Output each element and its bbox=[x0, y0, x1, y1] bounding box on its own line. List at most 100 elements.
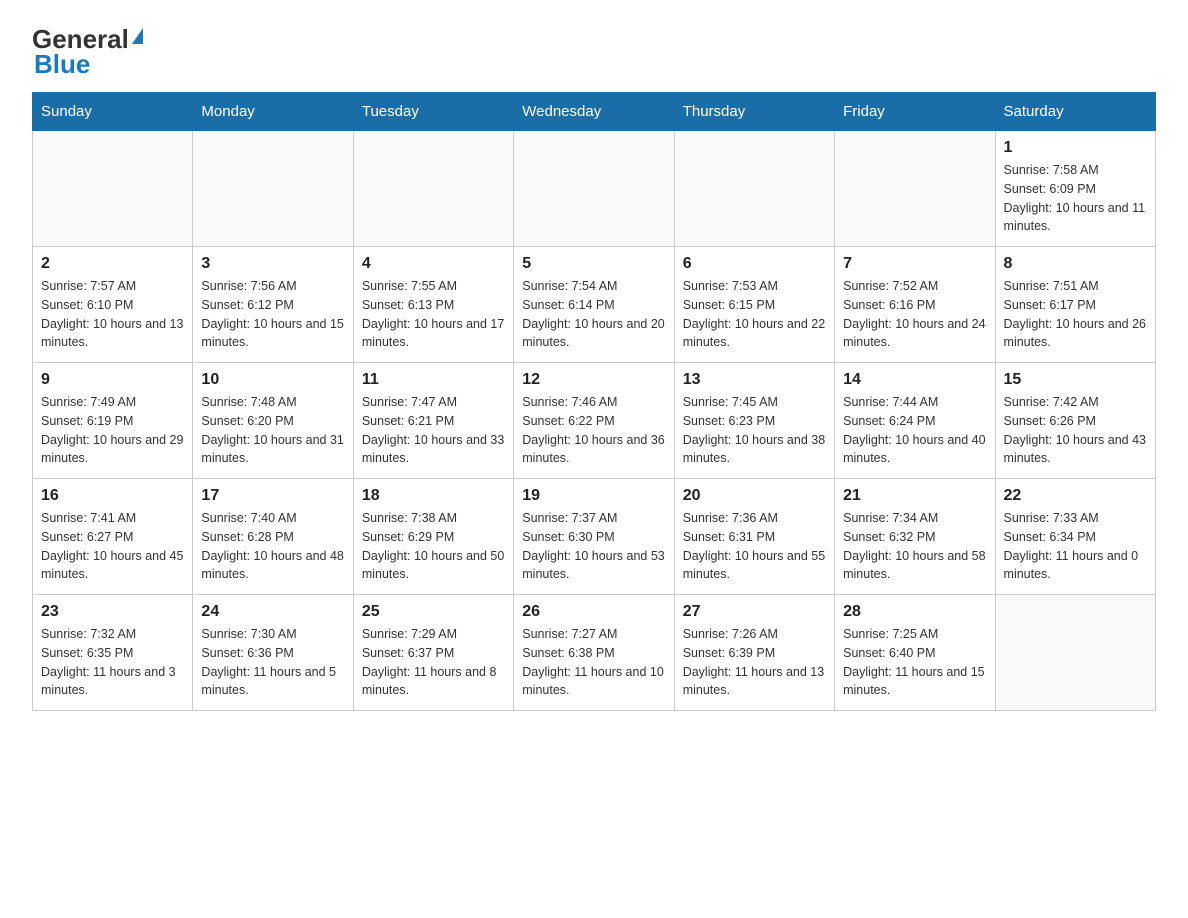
day-number: 17 bbox=[201, 487, 344, 505]
weekday-header-thursday: Thursday bbox=[674, 93, 834, 131]
weekday-header-friday: Friday bbox=[835, 93, 995, 131]
day-number: 20 bbox=[683, 487, 826, 505]
calendar-cell bbox=[514, 131, 674, 247]
day-info: Sunrise: 7:56 AMSunset: 6:12 PMDaylight:… bbox=[201, 277, 344, 352]
calendar-cell: 18 Sunrise: 7:38 AMSunset: 6:29 PMDayligh… bbox=[353, 479, 513, 595]
calendar-cell: 25 Sunrise: 7:29 AMSunset: 6:37 PMDayligh… bbox=[353, 595, 513, 711]
day-number: 15 bbox=[1004, 371, 1147, 389]
calendar-cell: 20 Sunrise: 7:36 AMSunset: 6:31 PMDayligh… bbox=[674, 479, 834, 595]
calendar-cell: 6 Sunrise: 7:53 AMSunset: 6:15 PMDaylight… bbox=[674, 247, 834, 363]
day-info: Sunrise: 7:48 AMSunset: 6:20 PMDaylight:… bbox=[201, 393, 344, 468]
day-number: 16 bbox=[41, 487, 184, 505]
day-number: 18 bbox=[362, 487, 505, 505]
calendar-week-2: 2 Sunrise: 7:57 AMSunset: 6:10 PMDaylight… bbox=[33, 247, 1156, 363]
day-number: 5 bbox=[522, 255, 665, 273]
calendar-cell: 1Sunrise: 7:58 AMSunset: 6:09 PMDaylight… bbox=[995, 131, 1155, 247]
day-info: Sunrise: 7:34 AMSunset: 6:32 PMDaylight:… bbox=[843, 509, 986, 584]
day-number: 22 bbox=[1004, 487, 1147, 505]
day-info: Sunrise: 7:45 AMSunset: 6:23 PMDaylight:… bbox=[683, 393, 826, 468]
calendar-cell: 24 Sunrise: 7:30 AMSunset: 6:36 PMDayligh… bbox=[193, 595, 353, 711]
logo-triangle-icon bbox=[132, 28, 143, 44]
day-info: Sunrise: 7:46 AMSunset: 6:22 PMDaylight:… bbox=[522, 393, 665, 468]
calendar-cell: 23 Sunrise: 7:32 AMSunset: 6:35 PMDayligh… bbox=[33, 595, 193, 711]
day-info: Sunrise: 7:26 AMSunset: 6:39 PMDaylight:… bbox=[683, 625, 826, 700]
day-info: Sunrise: 7:52 AMSunset: 6:16 PMDaylight:… bbox=[843, 277, 986, 352]
calendar-cell: 17 Sunrise: 7:40 AMSunset: 6:28 PMDayligh… bbox=[193, 479, 353, 595]
day-number: 13 bbox=[683, 371, 826, 389]
day-info: Sunrise: 7:44 AMSunset: 6:24 PMDaylight:… bbox=[843, 393, 986, 468]
day-info: Sunrise: 7:29 AMSunset: 6:37 PMDaylight:… bbox=[362, 625, 505, 700]
logo: General Blue bbox=[32, 24, 144, 80]
day-info: Sunrise: 7:37 AMSunset: 6:30 PMDaylight:… bbox=[522, 509, 665, 584]
day-info: Sunrise: 7:57 AMSunset: 6:10 PMDaylight:… bbox=[41, 277, 184, 352]
calendar-cell: 4 Sunrise: 7:55 AMSunset: 6:13 PMDaylight… bbox=[353, 247, 513, 363]
day-number: 7 bbox=[843, 255, 986, 273]
day-number: 1 bbox=[1004, 139, 1147, 157]
day-number: 11 bbox=[362, 371, 505, 389]
day-info: Sunrise: 7:27 AMSunset: 6:38 PMDaylight:… bbox=[522, 625, 665, 700]
day-info: Sunrise: 7:25 AMSunset: 6:40 PMDaylight:… bbox=[843, 625, 986, 700]
calendar-table: SundayMondayTuesdayWednesdayThursdayFrid… bbox=[32, 92, 1156, 711]
calendar-cell: 21Sunrise: 7:34 AMSunset: 6:32 PMDayligh… bbox=[835, 479, 995, 595]
calendar-cell: 15 Sunrise: 7:42 AMSunset: 6:26 PMDayligh… bbox=[995, 363, 1155, 479]
weekday-header-tuesday: Tuesday bbox=[353, 93, 513, 131]
calendar-cell: 14 Sunrise: 7:44 AMSunset: 6:24 PMDayligh… bbox=[835, 363, 995, 479]
day-info: Sunrise: 7:32 AMSunset: 6:35 PMDaylight:… bbox=[41, 625, 184, 700]
calendar-cell: 2 Sunrise: 7:57 AMSunset: 6:10 PMDaylight… bbox=[33, 247, 193, 363]
day-info: Sunrise: 7:55 AMSunset: 6:13 PMDaylight:… bbox=[362, 277, 505, 352]
day-number: 24 bbox=[201, 603, 344, 621]
day-number: 2 bbox=[41, 255, 184, 273]
day-info: Sunrise: 7:51 AMSunset: 6:17 PMDaylight:… bbox=[1004, 277, 1147, 352]
day-number: 10 bbox=[201, 371, 344, 389]
day-info: Sunrise: 7:30 AMSunset: 6:36 PMDaylight:… bbox=[201, 625, 344, 700]
day-number: 14 bbox=[843, 371, 986, 389]
calendar-cell: 28 Sunrise: 7:25 AMSunset: 6:40 PMDayligh… bbox=[835, 595, 995, 711]
day-info: Sunrise: 7:49 AMSunset: 6:19 PMDaylight:… bbox=[41, 393, 184, 468]
day-number: 23 bbox=[41, 603, 184, 621]
calendar-cell: 16 Sunrise: 7:41 AMSunset: 6:27 PMDayligh… bbox=[33, 479, 193, 595]
calendar-cell bbox=[674, 131, 834, 247]
calendar-cell: 11Sunrise: 7:47 AMSunset: 6:21 PMDayligh… bbox=[353, 363, 513, 479]
calendar-cell: 3Sunrise: 7:56 AMSunset: 6:12 PMDaylight… bbox=[193, 247, 353, 363]
calendar-cell: 26Sunrise: 7:27 AMSunset: 6:38 PMDayligh… bbox=[514, 595, 674, 711]
day-info: Sunrise: 7:41 AMSunset: 6:27 PMDaylight:… bbox=[41, 509, 184, 584]
calendar-cell: 27 Sunrise: 7:26 AMSunset: 6:39 PMDayligh… bbox=[674, 595, 834, 711]
calendar-cell: 22 Sunrise: 7:33 AMSunset: 6:34 PMDayligh… bbox=[995, 479, 1155, 595]
calendar-cell bbox=[353, 131, 513, 247]
calendar-cell: 5 Sunrise: 7:54 AMSunset: 6:14 PMDaylight… bbox=[514, 247, 674, 363]
day-number: 9 bbox=[41, 371, 184, 389]
weekday-header-monday: Monday bbox=[193, 93, 353, 131]
calendar-week-3: 9 Sunrise: 7:49 AMSunset: 6:19 PMDaylight… bbox=[33, 363, 1156, 479]
calendar-week-1: 1Sunrise: 7:58 AMSunset: 6:09 PMDaylight… bbox=[33, 131, 1156, 247]
weekday-header-saturday: Saturday bbox=[995, 93, 1155, 131]
calendar-cell: 7 Sunrise: 7:52 AMSunset: 6:16 PMDaylight… bbox=[835, 247, 995, 363]
day-info: Sunrise: 7:38 AMSunset: 6:29 PMDaylight:… bbox=[362, 509, 505, 584]
day-number: 28 bbox=[843, 603, 986, 621]
day-info: Sunrise: 7:42 AMSunset: 6:26 PMDaylight:… bbox=[1004, 393, 1147, 468]
calendar-cell: 9 Sunrise: 7:49 AMSunset: 6:19 PMDaylight… bbox=[33, 363, 193, 479]
calendar-cell bbox=[835, 131, 995, 247]
calendar-cell: 19Sunrise: 7:37 AMSunset: 6:30 PMDayligh… bbox=[514, 479, 674, 595]
logo-blue-word: Blue bbox=[34, 49, 90, 80]
weekday-header-row: SundayMondayTuesdayWednesdayThursdayFrid… bbox=[33, 93, 1156, 131]
day-number: 12 bbox=[522, 371, 665, 389]
day-number: 27 bbox=[683, 603, 826, 621]
calendar-cell: 12 Sunrise: 7:46 AMSunset: 6:22 PMDayligh… bbox=[514, 363, 674, 479]
calendar-cell: 10 Sunrise: 7:48 AMSunset: 6:20 PMDayligh… bbox=[193, 363, 353, 479]
calendar-week-4: 16 Sunrise: 7:41 AMSunset: 6:27 PMDayligh… bbox=[33, 479, 1156, 595]
day-info: Sunrise: 7:54 AMSunset: 6:14 PMDaylight:… bbox=[522, 277, 665, 352]
page-header: General Blue bbox=[32, 24, 1156, 80]
calendar-cell: 13 Sunrise: 7:45 AMSunset: 6:23 PMDayligh… bbox=[674, 363, 834, 479]
calendar-cell: 8 Sunrise: 7:51 AMSunset: 6:17 PMDaylight… bbox=[995, 247, 1155, 363]
day-number: 4 bbox=[362, 255, 505, 273]
day-info: Sunrise: 7:40 AMSunset: 6:28 PMDaylight:… bbox=[201, 509, 344, 584]
day-number: 25 bbox=[362, 603, 505, 621]
day-info: Sunrise: 7:53 AMSunset: 6:15 PMDaylight:… bbox=[683, 277, 826, 352]
day-number: 6 bbox=[683, 255, 826, 273]
weekday-header-sunday: Sunday bbox=[33, 93, 193, 131]
day-info: Sunrise: 7:33 AMSunset: 6:34 PMDaylight:… bbox=[1004, 509, 1147, 584]
day-number: 8 bbox=[1004, 255, 1147, 273]
calendar-cell bbox=[193, 131, 353, 247]
calendar-cell bbox=[33, 131, 193, 247]
day-info: Sunrise: 7:36 AMSunset: 6:31 PMDaylight:… bbox=[683, 509, 826, 584]
